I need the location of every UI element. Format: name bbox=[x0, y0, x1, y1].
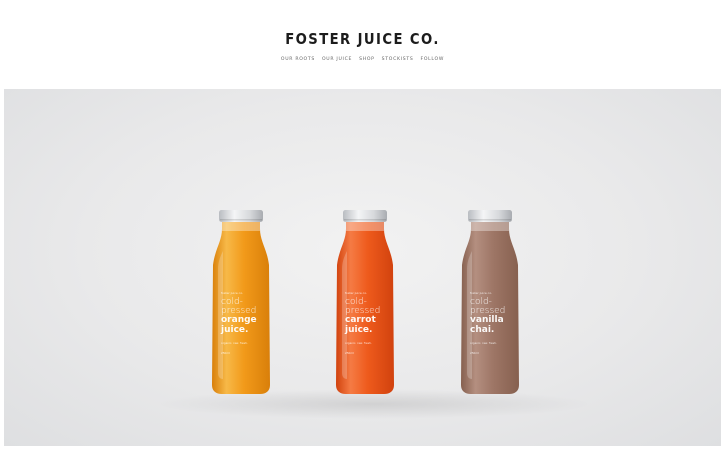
label-volume: 250ml bbox=[470, 351, 479, 355]
nav-stockists[interactable]: STOCKISTS bbox=[382, 57, 414, 62]
label-brand: foster juice co. bbox=[470, 291, 493, 295]
bottle-vanilla-chai: foster juice co. cold- pressed vanilla c… bbox=[458, 209, 522, 395]
label-tagline: organic. raw. fresh. bbox=[345, 341, 372, 345]
label-volume: 250ml bbox=[221, 351, 230, 355]
label-line2: pressed bbox=[221, 306, 257, 316]
bottle-neck bbox=[222, 221, 260, 231]
label-line4: chai. bbox=[470, 324, 495, 335]
nav-our-roots[interactable]: OUR ROOTS bbox=[281, 57, 315, 62]
label-line4: juice. bbox=[345, 324, 373, 335]
site-header: FOSTER JUICE CO. OUR ROOTS OUR JUICE SHO… bbox=[0, 0, 725, 88]
label-tagline: organic. raw. fresh. bbox=[221, 341, 248, 345]
cap-rim bbox=[220, 219, 262, 221]
bottle-label: foster juice co. cold- pressed carrot ju… bbox=[345, 291, 391, 355]
label-tagline: organic. raw. fresh. bbox=[470, 341, 497, 345]
nav-follow[interactable]: FOLLOW bbox=[421, 57, 445, 62]
main-nav: OUR ROOTS OUR JUICE SHOP STOCKISTS FOLLO… bbox=[0, 57, 725, 62]
site-logo[interactable]: FOSTER JUICE CO. bbox=[44, 30, 682, 48]
label-line2: pressed bbox=[345, 306, 381, 316]
nav-our-juice[interactable]: OUR JUICE bbox=[322, 57, 352, 62]
bottle-carrot-juice: foster juice co. cold- pressed carrot ju… bbox=[333, 209, 397, 395]
bottle-label: foster juice co. cold- pressed orange ju… bbox=[221, 291, 267, 355]
hero-image: foster juice co. cold- pressed orange ju… bbox=[4, 89, 721, 446]
bottle-neck bbox=[346, 221, 384, 231]
cap-rim bbox=[469, 219, 511, 221]
label-volume: 250ml bbox=[345, 351, 354, 355]
nav-shop[interactable]: SHOP bbox=[359, 57, 375, 62]
bottle-label: foster juice co. cold- pressed vanilla c… bbox=[470, 291, 516, 355]
label-line4: juice. bbox=[221, 324, 249, 335]
bottle-orange-juice: foster juice co. cold- pressed orange ju… bbox=[209, 209, 273, 395]
label-brand: foster juice co. bbox=[221, 291, 244, 295]
bottle-neck bbox=[471, 221, 509, 231]
label-brand: foster juice co. bbox=[345, 291, 368, 295]
label-line2: pressed bbox=[470, 306, 506, 316]
cap-rim bbox=[344, 219, 386, 221]
